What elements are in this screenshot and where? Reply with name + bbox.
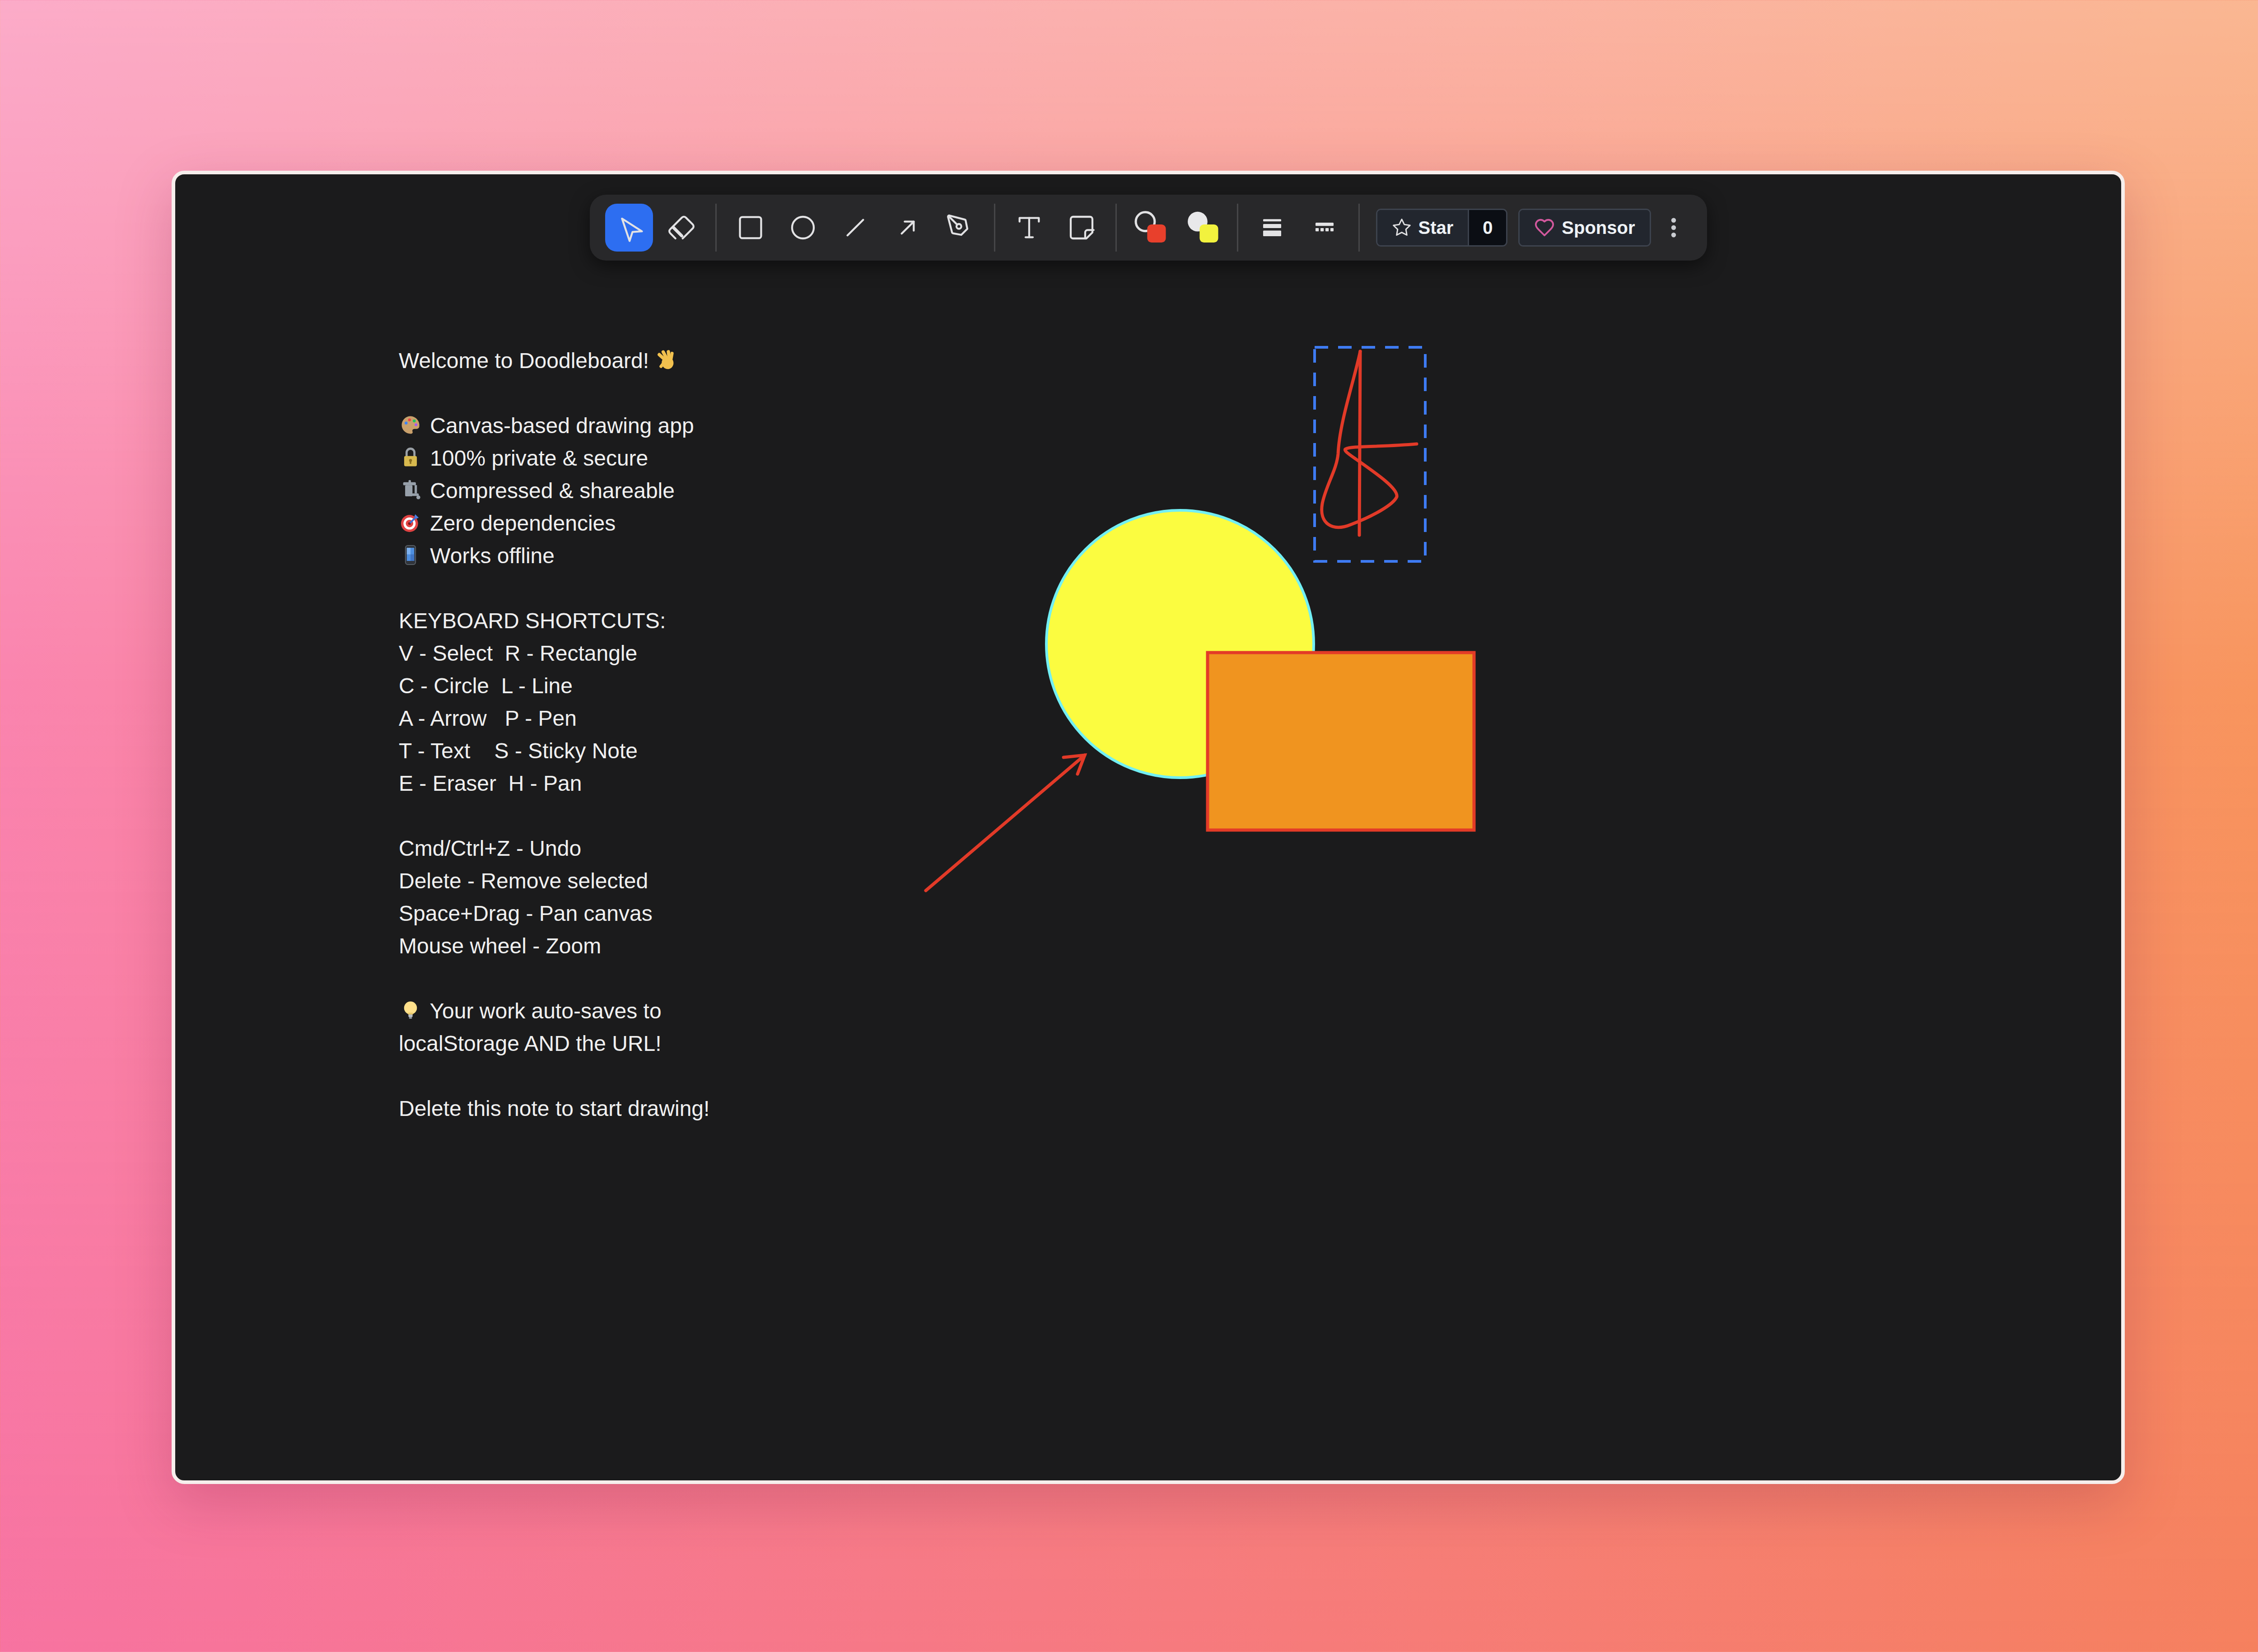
star-label: Star — [1418, 218, 1453, 238]
kebab-icon — [1662, 216, 1685, 239]
star-count[interactable]: 0 — [1468, 210, 1506, 245]
stroke-color-icon — [1133, 210, 1167, 245]
clamp-emoji — [399, 478, 424, 502]
arrow-icon — [893, 213, 922, 242]
phone-emoji — [399, 543, 424, 567]
line-tool-button[interactable] — [831, 204, 879, 252]
line-icon — [840, 213, 869, 242]
sponsor-button[interactable]: Sponsor — [1518, 209, 1651, 247]
stroke-style-button[interactable] — [1300, 204, 1348, 252]
sticky-note-icon — [1067, 213, 1096, 242]
star-icon — [1391, 218, 1411, 238]
stroke-width-button[interactable] — [1248, 204, 1296, 252]
pen-tool-button[interactable] — [936, 204, 984, 252]
text-icon — [1014, 213, 1043, 242]
cursor-icon — [614, 213, 643, 242]
circle-icon — [788, 213, 817, 242]
stroke-color-button[interactable] — [1126, 204, 1174, 252]
drawing-canvas[interactable]: Welcome to Doodleboard! Canvas-based dra… — [172, 171, 2125, 1484]
fill-color-button[interactable] — [1179, 204, 1227, 252]
star-button[interactable]: Star — [1377, 210, 1468, 245]
bulb-emoji — [399, 999, 424, 1022]
dart-emoji — [399, 511, 424, 534]
toolbar-separator — [994, 204, 995, 252]
stroke-style-icon — [1311, 214, 1338, 241]
eraser-tool-button[interactable] — [657, 204, 705, 252]
sticky-note-tool-button[interactable] — [1057, 204, 1105, 252]
palette-emoji — [399, 413, 424, 437]
toolbar-separator — [1236, 204, 1238, 252]
heart-icon — [1534, 217, 1555, 238]
stroke-width-icon — [1258, 214, 1285, 241]
drawn-rectangle[interactable] — [1208, 653, 1474, 830]
wave-emoji — [655, 348, 680, 372]
rectangle-icon — [736, 213, 765, 242]
github-star-widget: Star 0 — [1376, 209, 1507, 247]
pen-icon — [945, 213, 974, 242]
select-tool-button[interactable] — [605, 204, 653, 252]
eraser-icon — [667, 213, 695, 242]
welcome-note[interactable]: Welcome to Doodleboard! Canvas-based dra… — [399, 345, 709, 1125]
circle-tool-button[interactable] — [779, 204, 826, 252]
rectangle-tool-button[interactable] — [726, 204, 774, 252]
drawn-arrow[interactable] — [926, 755, 1085, 891]
toolbar-separator — [715, 204, 716, 252]
sponsor-label: Sponsor — [1562, 218, 1635, 238]
lock-emoji — [399, 446, 424, 469]
toolbar-separator — [1358, 204, 1359, 252]
text-tool-button[interactable] — [1005, 204, 1053, 252]
selection-box[interactable] — [1315, 347, 1425, 561]
overflow-menu-button[interactable] — [1656, 204, 1692, 252]
fill-color-icon — [1185, 210, 1220, 245]
drawn-pen-scribble[interactable] — [1322, 351, 1417, 535]
toolbar: Star 0 Sponsor — [589, 195, 1707, 261]
toolbar-separator — [1115, 204, 1116, 252]
arrow-tool-button[interactable] — [883, 204, 931, 252]
